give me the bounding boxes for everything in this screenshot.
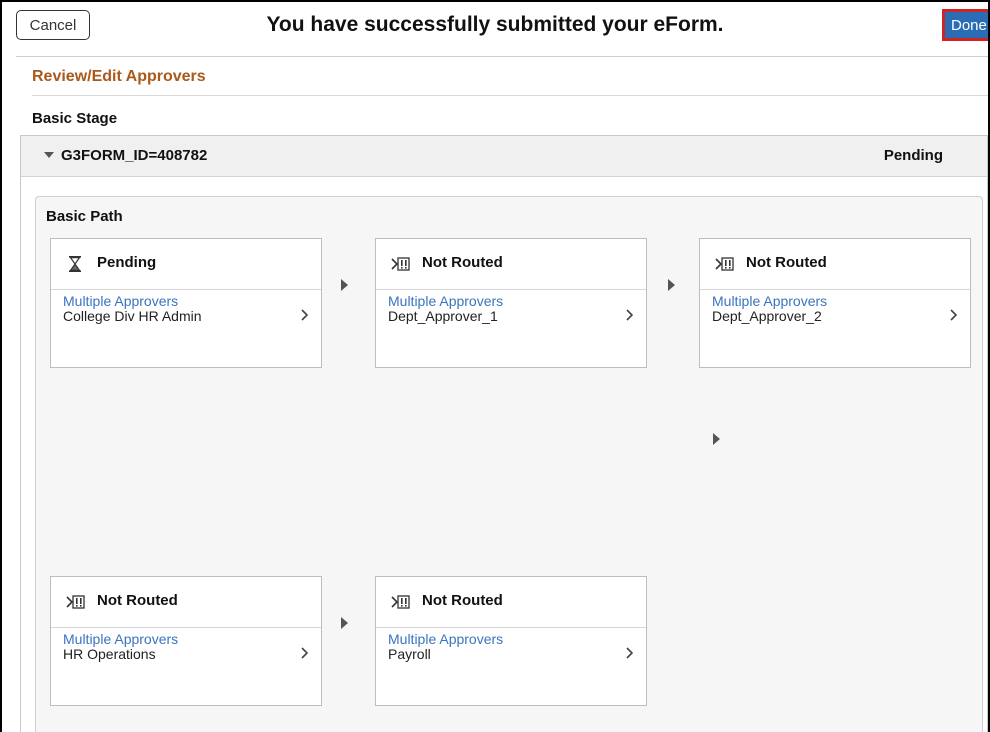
step-card-header: Not Routed [700,239,970,290]
multiple-approvers-link[interactable]: Multiple Approvers [712,293,827,309]
not-routed-icon [391,257,410,271]
step-card-header: Not Routed [376,577,646,628]
section-divider [32,95,988,96]
collapse-triangle-icon[interactable] [44,152,54,158]
flow-arrow-icon [341,617,348,629]
step-approver: Dept_Approver_1 [388,308,498,324]
stage-label: Basic Stage [32,110,118,127]
cancel-button[interactable]: Cancel [16,10,90,40]
not-routed-icon [66,595,85,609]
step-card-header: Not Routed [51,577,321,628]
group-id: G3FORM_ID=408782 [61,147,208,164]
chevron-right-icon[interactable] [948,307,960,323]
group-status: Pending [883,147,943,164]
step-status: Not Routed [422,592,503,609]
step-status: Not Routed [97,592,178,609]
step-approver: HR Operations [63,646,156,662]
chevron-right-icon[interactable] [624,307,636,323]
page-title: You have successfully submitted your eFo… [266,13,724,36]
not-routed-icon [391,595,410,609]
multiple-approvers-link[interactable]: Multiple Approvers [63,631,178,647]
page-header: You have successfully submitted your eFo… [2,2,988,58]
chevron-right-icon[interactable] [624,645,636,661]
step-status: Not Routed [422,254,503,271]
step-approver: College Div HR Admin [63,308,202,324]
step-approver: Payroll [388,646,431,662]
flow-arrow-icon [713,433,720,445]
chevron-right-icon[interactable] [299,645,311,661]
flow-arrow-icon [341,279,348,291]
step-card-hr-operations: Not Routed Multiple Approvers HR Operati… [50,576,322,706]
step-status: Pending [97,254,157,271]
multiple-approvers-link[interactable]: Multiple Approvers [388,631,503,647]
step-card-dept-approver-2: Not Routed Multiple Approvers Dept_Appro… [699,238,971,368]
flow-arrow-icon [668,279,675,291]
step-status: Not Routed [746,254,827,271]
step-approver: Dept_Approver_2 [712,308,822,324]
chevron-right-icon[interactable] [299,307,311,323]
approval-page: You have successfully submitted your eFo… [0,0,990,732]
hourglass-icon [69,256,81,272]
section-title: Review/Edit Approvers [32,68,206,85]
step-card-dept-approver-1: Not Routed Multiple Approvers Dept_Appro… [375,238,647,368]
path-title: Basic Path [46,208,123,225]
step-card-college-div-hr-admin: Pending Multiple Approvers College Div H… [50,238,322,368]
multiple-approvers-link[interactable]: Multiple Approvers [388,293,503,309]
multiple-approvers-link[interactable]: Multiple Approvers [63,293,178,309]
group-header[interactable]: G3FORM_ID=408782 Pending [21,136,987,177]
done-button[interactable]: Done [942,9,988,41]
step-card-header: Not Routed [376,239,646,290]
step-card-payroll: Not Routed Multiple Approvers Payroll [375,576,647,706]
step-card-header: Pending [51,239,321,290]
not-routed-icon [715,257,734,271]
header-divider [16,56,988,57]
